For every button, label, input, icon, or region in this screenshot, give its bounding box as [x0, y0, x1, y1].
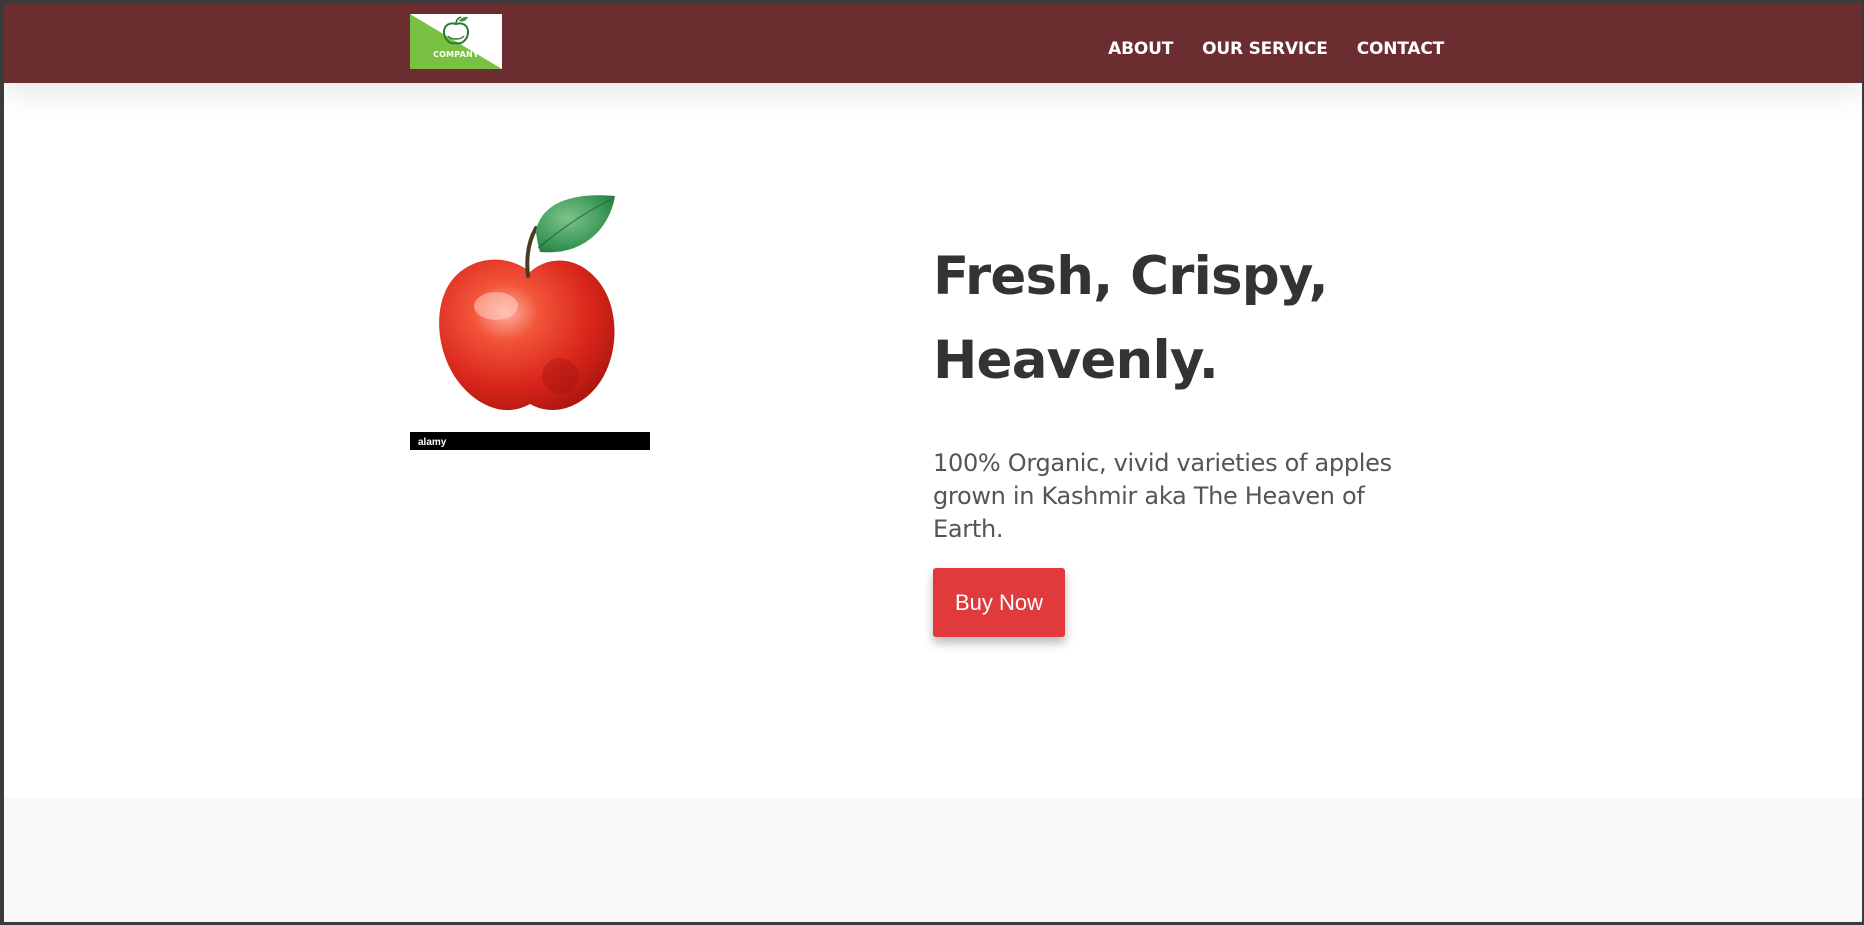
- main-nav: ABOUT OUR SERVICE CONTACT: [1108, 39, 1444, 59]
- company-logo[interactable]: COMPANY: [410, 14, 502, 69]
- nav-link-our-service[interactable]: OUR SERVICE: [1202, 39, 1328, 59]
- buy-now-button[interactable]: Buy Now: [933, 568, 1065, 637]
- top-navbar: COMPANY ABOUT OUR SERVICE CONTACT: [4, 3, 1862, 83]
- image-watermark: alamy: [418, 437, 447, 448]
- nav-link-about[interactable]: ABOUT: [1108, 39, 1173, 59]
- browser-viewport: COMPANY ABOUT OUR SERVICE CONTACT alamy …: [4, 3, 1862, 922]
- apple-illustration: alamy: [410, 195, 650, 450]
- logo-text: COMPANY: [433, 50, 479, 59]
- hero-tagline: 100% Organic, vivid varieties of apples …: [933, 449, 1392, 543]
- hero-apple-image: alamy: [410, 186, 650, 451]
- logo-graphic: [410, 14, 502, 69]
- nav-link-contact[interactable]: CONTACT: [1357, 39, 1444, 59]
- footer-section: [4, 798, 1862, 922]
- hero-headline: Fresh, Crispy, Heavenly.: [933, 246, 1329, 391]
